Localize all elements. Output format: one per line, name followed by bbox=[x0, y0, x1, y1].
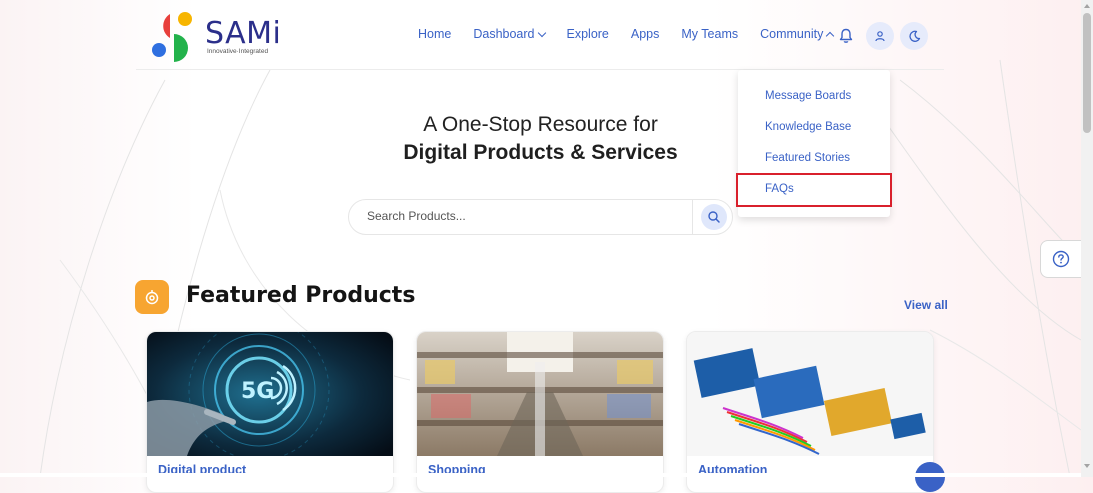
product-card-digital[interactable]: 5G Digital product bbox=[146, 331, 394, 493]
product-card-automation[interactable]: Automation bbox=[686, 331, 934, 493]
sami-logo[interactable]: SAMi Innovative·Integrated bbox=[150, 10, 282, 62]
bell-icon bbox=[839, 28, 853, 43]
scroll-up-arrow-icon[interactable] bbox=[1084, 4, 1090, 8]
question-circle-icon bbox=[1052, 250, 1070, 268]
menu-item-featured-stories[interactable]: Featured Stories bbox=[765, 152, 850, 164]
nav-label: Community bbox=[760, 27, 824, 41]
search-input[interactable] bbox=[365, 208, 689, 224]
menu-item-knowledge-base[interactable]: Knowledge Base bbox=[765, 121, 851, 133]
scroll-thumb[interactable] bbox=[1083, 13, 1091, 133]
dark-mode-toggle[interactable] bbox=[900, 22, 928, 50]
floating-action-button[interactable] bbox=[915, 462, 945, 492]
scroll-down-arrow-icon[interactable] bbox=[1084, 464, 1090, 468]
nav-community[interactable]: Community bbox=[760, 27, 835, 41]
user-icon bbox=[875, 31, 885, 42]
chevron-down-icon bbox=[537, 28, 546, 37]
circuit-boards-image bbox=[687, 332, 933, 456]
nav-label: Apps bbox=[630, 27, 660, 41]
search-divider bbox=[692, 200, 693, 234]
nav-label: Dashboard bbox=[473, 27, 535, 41]
nav-label: My Teams bbox=[681, 27, 739, 41]
featured-products-icon bbox=[135, 280, 169, 314]
svg-text:5G: 5G bbox=[241, 379, 274, 404]
brand-name: SAMi bbox=[205, 16, 282, 51]
nav-my-teams[interactable]: My Teams bbox=[681, 27, 738, 41]
hero-subtitle: A One-Stop Resource for bbox=[423, 113, 658, 136]
bottom-edge bbox=[0, 473, 1081, 477]
nav-explore[interactable]: Explore bbox=[567, 27, 609, 41]
nav-home[interactable]: Home bbox=[418, 27, 451, 41]
brand-tagline: Innovative·Integrated bbox=[207, 48, 269, 55]
nav-label: Home bbox=[418, 27, 452, 41]
shopping-mall-image bbox=[417, 332, 663, 456]
main-nav: Home Dashboard Explore Apps My Teams Com… bbox=[418, 27, 855, 41]
nav-label: Explore bbox=[566, 27, 609, 41]
faqs-highlight-box bbox=[736, 173, 892, 207]
help-button[interactable] bbox=[1040, 240, 1081, 278]
logo-mark-icon bbox=[152, 12, 192, 62]
nav-apps[interactable]: Apps bbox=[631, 27, 660, 41]
5g-hand-image: 5G bbox=[147, 332, 393, 456]
page-scrollbar[interactable] bbox=[1081, 0, 1093, 477]
nav-dashboard[interactable]: Dashboard bbox=[473, 27, 546, 41]
search-button[interactable] bbox=[701, 204, 727, 230]
notifications-button[interactable] bbox=[832, 22, 860, 50]
product-card-shopping[interactable]: Shopping bbox=[416, 331, 664, 493]
target-icon bbox=[145, 290, 159, 305]
search-icon bbox=[701, 204, 727, 230]
search-bar bbox=[348, 199, 733, 235]
moon-icon bbox=[908, 30, 920, 42]
menu-item-message-boards[interactable]: Message Boards bbox=[765, 90, 851, 102]
view-all-link[interactable]: View all bbox=[904, 298, 948, 312]
user-profile-button[interactable] bbox=[866, 22, 894, 50]
featured-products-heading: Featured Products bbox=[186, 283, 416, 308]
hero-title: Digital Products & Services bbox=[403, 141, 678, 164]
